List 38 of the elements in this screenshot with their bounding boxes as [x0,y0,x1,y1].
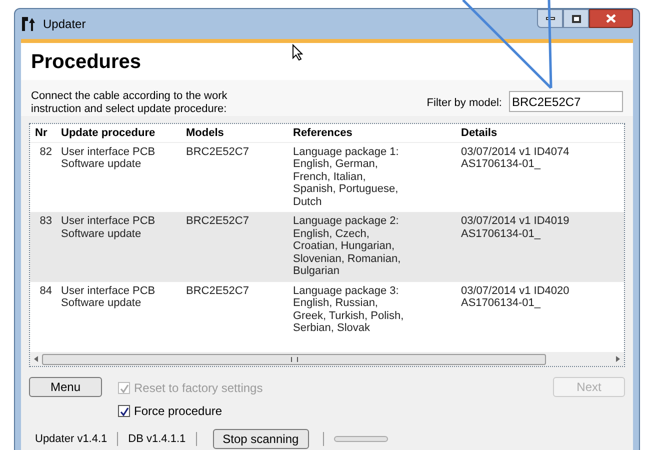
table-cell-text: 03/07/2014 v1 ID4019 AS1706134-01_ [461,215,570,240]
menu-button[interactable]: Menu [29,377,102,397]
close-icon [606,14,616,23]
filter-field[interactable]: BRC2E52C7 [509,91,623,112]
scroll-left-icon[interactable] [32,355,40,363]
window-title: Updater [43,16,86,33]
scrollbar-thumb[interactable] [42,354,546,364]
page-heading: Procedures [31,50,142,74]
close-button[interactable] [589,9,633,28]
column-header[interactable]: References [288,124,456,142]
table-cell-text: Language package 3: English, Russian, Greek, Turkish, Polish, Serbian, Slovak [293,284,405,334]
scroll-right-icon[interactable] [614,355,622,363]
instruction-text: Connect the cable according to the work instruction and select update procedure: [31,90,228,116]
stop-scanning-button[interactable]: Stop scanning [212,429,309,449]
column-header[interactable]: Models [181,124,288,142]
table-cell-text: 03/07/2014 v1 ID4074 AS1706134-01_ [461,146,570,170]
table-cell-text: User interface PCB Software update [61,146,156,170]
table-cell-text: BRC2E52C7 [186,215,250,228]
table-cell-text: Language package 1: English, German, French, Italian, Spanish, Portuguese, Dutch [293,146,400,208]
updater-version: Updater v1.4.1 [35,432,108,447]
db-version: DB v1.4.1.1 [128,432,186,447]
table-cell-text: Language package 2: English, Czech, Croatian, Hungarian, Slovenian, Romanian, Bulgarian [293,215,402,278]
filter-label: Filter by model: [426,96,502,111]
maximize-button[interactable] [563,9,589,28]
checkbox-label[interactable]: Force procedure [134,402,222,420]
checkbox[interactable] [118,405,130,417]
column-header[interactable]: Details [456,124,624,142]
column-header[interactable]: Nr [30,124,56,142]
table-cell-text: BRC2E52C7 [186,146,250,158]
column-header[interactable]: Update procedure [56,124,181,142]
table-cell-text: 82 [38,146,52,158]
table-cell-text: BRC2E52C7 [186,284,250,297]
table-cell-text: User interface PCB Software update [61,284,156,310]
app-icon [21,16,35,32]
table-cell-text: 83 [38,215,52,228]
table-cell-text: 84 [38,284,52,297]
table-cell-text: 03/07/2014 v1 ID4020 AS1706134-01_ [461,284,570,310]
table-cell-text: User interface PCB Software update [61,215,156,240]
